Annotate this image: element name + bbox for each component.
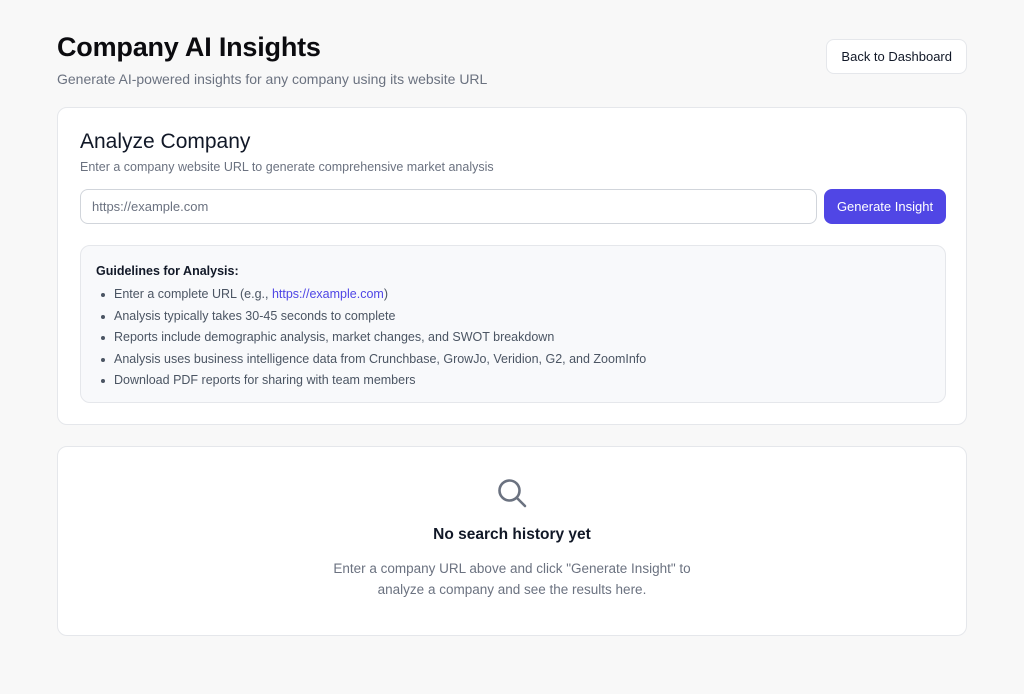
guideline-item: Analysis uses business intelligence data… [96,349,930,371]
guidelines-title: Guidelines for Analysis: [96,264,239,278]
guidelines-box: Guidelines for Analysis: Enter a complet… [80,245,946,403]
guideline-item-text: Enter a complete URL (e.g., [114,287,272,301]
guideline-item: Download PDF reports for sharing with te… [96,370,930,392]
analyze-card-description: Enter a company website URL to generate … [80,160,494,174]
search-icon [498,479,527,508]
guideline-item: Analysis typically takes 30-45 seconds t… [96,306,930,328]
page-header: Company AI Insights Generate AI-powered … [57,32,967,92]
company-url-input[interactable] [80,189,817,224]
back-to-dashboard-button[interactable]: Back to Dashboard [826,39,967,74]
analyze-card-title: Analyze Company [80,130,251,153]
page: Company AI Insights Generate AI-powered … [0,0,1024,694]
empty-state-description: Enter a company URL above and click "Gen… [333,561,691,597]
search-history-card: No search history yet Enter a company UR… [57,446,967,636]
generate-insight-button[interactable]: Generate Insight [824,189,946,224]
empty-state: No search history yet Enter a company UR… [58,447,966,635]
guideline-item-text: ) [383,287,388,301]
guideline-item: Reports include demographic analysis, ma… [96,327,930,349]
empty-state-title: No search history yet [433,526,591,543]
analyze-company-card: Analyze Company Enter a company website … [57,107,967,425]
guidelines-list: Enter a complete URL (e.g., https://exam… [96,284,930,392]
guideline-item: Enter a complete URL (e.g., https://exam… [96,284,930,306]
example-url-link[interactable]: https://example.com [272,287,384,301]
